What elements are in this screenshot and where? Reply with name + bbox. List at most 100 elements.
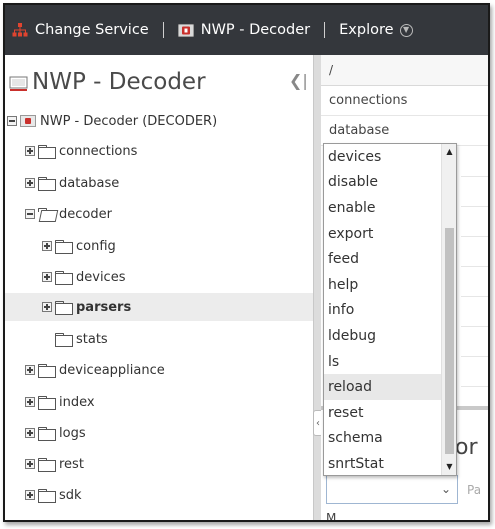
- parameters-input[interactable]: Pa: [467, 483, 481, 497]
- sitemap-icon: [12, 22, 28, 38]
- expand-toggle-icon[interactable]: [25, 428, 35, 438]
- collapse-toggle-icon[interactable]: [7, 116, 17, 126]
- tree-item-label: stats: [76, 331, 108, 347]
- dropdown-option-highlighted[interactable]: reload: [324, 374, 442, 400]
- tree-root-label: NWP - Decoder (DECODER): [40, 113, 218, 129]
- tree-item-label: rest: [59, 456, 84, 472]
- tree-item-parsers[interactable]: parsers: [5, 293, 313, 321]
- node-list-item[interactable]: database: [321, 116, 488, 146]
- explore-menu[interactable]: Explore ▼: [339, 5, 413, 55]
- grid-line: [461, 266, 488, 267]
- folder-icon: [38, 488, 56, 503]
- tree-item-stats[interactable]: stats: [5, 325, 313, 353]
- folder-icon: [38, 363, 56, 378]
- tree-item-logs[interactable]: logs: [5, 419, 313, 447]
- collapse-toggle-icon[interactable]: [25, 209, 35, 219]
- chevron-down-icon: ⌄: [440, 482, 451, 496]
- folder-icon: [55, 239, 73, 254]
- change-service-label: Change Service: [35, 22, 149, 38]
- dropdown-option[interactable]: reset: [324, 400, 442, 426]
- chevron-down-icon: ▼: [399, 23, 413, 37]
- grid-line: [461, 236, 488, 237]
- collapse-panel-icon[interactable]: ❮|: [289, 71, 308, 90]
- scrollbar-thumb[interactable]: [445, 228, 454, 454]
- expand-toggle-icon[interactable]: [42, 241, 52, 251]
- grid-line: [461, 176, 488, 177]
- expand-toggle-icon[interactable]: [25, 146, 35, 156]
- explore-label: Explore: [339, 22, 394, 38]
- message-section-heading: or: [455, 435, 478, 460]
- current-service-label: NWP - Decoder: [200, 22, 311, 38]
- dropdown-option[interactable]: ldebug: [324, 323, 442, 349]
- scroll-down-icon[interactable]: ▼: [445, 462, 454, 472]
- dropdown-option[interactable]: enable: [324, 195, 442, 221]
- node-tree-panel: NWP - Decoder ❮| NWP - Decoder (DECODER)…: [5, 55, 313, 520]
- tree-item-devices[interactable]: devices: [5, 263, 313, 291]
- grid-line: [461, 386, 488, 387]
- expand-toggle-icon[interactable]: [25, 490, 35, 500]
- topbar-divider: [324, 22, 326, 38]
- tree-panel-title: NWP - Decoder: [9, 65, 206, 99]
- grid-line: [461, 296, 488, 297]
- tree-item-label: database: [59, 175, 120, 191]
- expand-toggle-icon[interactable]: [42, 272, 52, 282]
- message-select[interactable]: ⌄: [326, 475, 458, 504]
- tree-item-label: sdk: [59, 487, 82, 503]
- expand-toggle-icon[interactable]: [25, 365, 35, 375]
- tree-item-label: deviceappliance: [59, 362, 165, 378]
- tree-item-label: index: [59, 394, 95, 410]
- dropdown-option[interactable]: devices: [324, 144, 442, 170]
- folder-icon: [55, 270, 73, 285]
- tree-item-connections[interactable]: connections: [5, 137, 313, 165]
- tree-item-sdk[interactable]: sdk: [5, 481, 313, 509]
- dropdown-option[interactable]: export: [324, 221, 442, 247]
- change-service-button[interactable]: Change Service: [5, 5, 149, 55]
- tree-item-label: parsers: [76, 299, 132, 315]
- tree-item-label: decoder: [59, 206, 112, 222]
- dropdown-option[interactable]: ls: [324, 349, 442, 375]
- node-list-item[interactable]: connections: [321, 86, 488, 116]
- dropdown-option[interactable]: snrtStat: [324, 451, 442, 475]
- folder-icon: [38, 395, 56, 410]
- expand-toggle-icon[interactable]: [42, 302, 52, 312]
- dropdown-scrollbar[interactable]: ▲ ▼: [441, 144, 456, 475]
- current-service[interactable]: NWP - Decoder: [177, 5, 311, 55]
- decoder-service-icon: [177, 23, 194, 37]
- tree-item-rest[interactable]: rest: [5, 450, 313, 478]
- message-dropdown-list[interactable]: devices disable enable export feed help …: [323, 143, 457, 476]
- expand-toggle-icon[interactable]: [25, 459, 35, 469]
- dropdown-option[interactable]: disable: [324, 170, 442, 196]
- folder-icon: [38, 457, 56, 472]
- message-label: M: [326, 511, 337, 522]
- expand-toggle-icon[interactable]: [25, 178, 35, 188]
- top-navigation-bar: Change Service NWP - Decoder Explore ▼: [5, 5, 488, 55]
- dropdown-option[interactable]: help: [324, 272, 442, 298]
- grid-line: [461, 206, 488, 207]
- folder-icon: [38, 144, 56, 159]
- dropdown-option[interactable]: schema: [324, 426, 442, 452]
- tree-item-index[interactable]: index: [5, 388, 313, 416]
- tree-title-text: NWP - Decoder: [32, 69, 206, 95]
- tree-item-deviceappliance[interactable]: deviceappliance: [5, 356, 313, 384]
- tree-item-config[interactable]: config: [5, 232, 313, 260]
- folder-icon: [55, 332, 73, 347]
- app-window: Change Service NWP - Decoder Explore ▼ N…: [3, 3, 490, 522]
- folder-open-icon: [38, 207, 56, 221]
- folder-icon: [38, 176, 56, 191]
- dropdown-option[interactable]: info: [324, 298, 442, 324]
- scroll-up-icon[interactable]: ▲: [445, 147, 454, 157]
- dropdown-option[interactable]: feed: [324, 246, 442, 272]
- folder-icon: [38, 426, 56, 441]
- grid-line: [461, 326, 488, 327]
- appliance-icon: [9, 73, 28, 92]
- topbar-divider: [162, 22, 164, 38]
- tree-item-database[interactable]: database: [5, 169, 313, 197]
- decoder-service-icon: [20, 115, 36, 127]
- grid-line: [461, 356, 488, 357]
- tree-item-decoder[interactable]: decoder: [5, 200, 313, 228]
- tree-item-label: connections: [59, 143, 138, 159]
- expand-toggle-icon[interactable]: [25, 397, 35, 407]
- tree-root[interactable]: NWP - Decoder (DECODER): [5, 107, 313, 135]
- panel-splitter[interactable]: [313, 55, 321, 520]
- tree-item-label: config: [76, 238, 116, 254]
